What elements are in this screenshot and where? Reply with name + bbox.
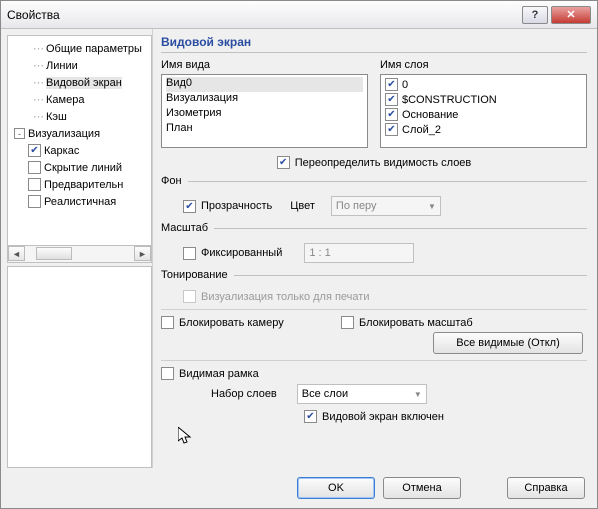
lock-camera-checkbox[interactable]: Блокировать камеру — [161, 316, 341, 329]
main-panel: Видовой экран Имя вида Вид0ВизуализацияИ… — [153, 29, 597, 468]
chevron-down-icon: ▼ — [414, 390, 422, 399]
scroll-right-icon[interactable]: ► — [134, 246, 151, 261]
scale-value-combo: 1 : 1 — [304, 243, 414, 263]
cancel-button[interactable]: Отмена — [383, 477, 461, 499]
tree-item[interactable]: ⋯Линии — [8, 57, 151, 74]
tree-item[interactable]: Скрытие линий — [8, 159, 151, 176]
list-item[interactable]: Визуализация — [166, 92, 363, 107]
tree-item[interactable]: Реалистичная — [8, 193, 151, 210]
layer-set-combo[interactable]: Все слои▼ — [297, 384, 427, 404]
layer-set-label: Набор слоев — [211, 388, 277, 400]
toning-section-label: Тонирование — [161, 269, 228, 281]
list-item[interactable]: ✔0 — [385, 77, 582, 92]
close-button[interactable]: ✕ — [551, 6, 591, 24]
color-label: Цвет — [290, 200, 315, 212]
all-visible-button[interactable]: Все видимые (Откл) — [433, 332, 583, 354]
collapse-icon[interactable]: - — [14, 128, 25, 139]
list-item[interactable]: Вид0 — [166, 77, 363, 92]
tree-checkbox[interactable] — [28, 178, 41, 191]
tree-checkbox[interactable] — [28, 195, 41, 208]
tree-item[interactable]: ⋯Камера — [8, 91, 151, 108]
tree-checkbox[interactable] — [28, 161, 41, 174]
page-title: Видовой экран — [161, 35, 587, 53]
list-item[interactable]: Изометрия — [166, 107, 363, 122]
scale-fixed-checkbox[interactable]: Фиксированный — [183, 247, 282, 260]
tree-h-scrollbar[interactable]: ◄ ► — [7, 246, 152, 263]
list-item[interactable]: ✔$CONSTRUCTION — [385, 92, 582, 107]
override-layers-label: Переопределить видимость слоев — [295, 157, 472, 169]
viewport-on-checkbox[interactable]: ✔Видовой экран включен — [304, 410, 444, 423]
category-tree[interactable]: ⋯Общие параметры⋯Линии⋯Видовой экран⋯Кам… — [7, 35, 152, 246]
tree-item[interactable]: ⋯Общие параметры — [8, 40, 151, 57]
chevron-down-icon: ▼ — [428, 202, 436, 211]
color-combo[interactable]: По перу▼ — [331, 196, 441, 216]
tree-item[interactable]: Предварительн — [8, 176, 151, 193]
transparency-checkbox[interactable]: ✔ Прозрачность — [183, 200, 272, 213]
detail-pane — [7, 266, 152, 469]
visible-frame-checkbox[interactable]: Видимая рамка — [161, 367, 259, 380]
tree-item[interactable]: ✔Каркас — [8, 142, 151, 159]
background-section-label: Фон — [161, 175, 182, 187]
window-title: Свойства — [7, 8, 519, 22]
layer-name-list[interactable]: ✔0✔$CONSTRUCTION✔Основание✔Слой_2 — [380, 74, 587, 148]
tree-item[interactable]: -Визуализация — [8, 125, 151, 142]
tree-item[interactable]: ⋯Кэш — [8, 108, 151, 125]
tree-item[interactable]: ⋯Видовой экран — [8, 74, 151, 91]
view-name-list[interactable]: Вид0ВизуализацияИзометрияПлан — [161, 74, 368, 148]
scale-section-label: Масштаб — [161, 222, 208, 234]
scroll-thumb[interactable] — [36, 247, 72, 260]
help-titlebar-button[interactable]: ? — [522, 6, 548, 24]
layer-name-label: Имя слоя — [380, 59, 587, 71]
sidebar: ⋯Общие параметры⋯Линии⋯Видовой экран⋯Кам… — [1, 29, 153, 468]
list-item[interactable]: План — [166, 122, 363, 137]
tree-checkbox[interactable]: ✔ — [28, 144, 41, 157]
help-button[interactable]: Справка — [507, 477, 585, 499]
list-item[interactable]: ✔Слой_2 — [385, 122, 582, 137]
scroll-left-icon[interactable]: ◄ — [8, 246, 25, 261]
lock-scale-checkbox[interactable]: Блокировать масштаб — [341, 316, 473, 329]
titlebar: Свойства ? ✕ — [1, 1, 597, 29]
ok-button[interactable]: OK — [297, 477, 375, 499]
list-item[interactable]: ✔Основание — [385, 107, 582, 122]
print-only-checkbox: Визуализация только для печати — [183, 290, 369, 303]
override-layers-checkbox[interactable]: ✔ Переопределить видимость слоев — [277, 156, 472, 169]
view-name-label: Имя вида — [161, 59, 368, 71]
button-bar: OK Отмена Справка — [1, 468, 597, 508]
